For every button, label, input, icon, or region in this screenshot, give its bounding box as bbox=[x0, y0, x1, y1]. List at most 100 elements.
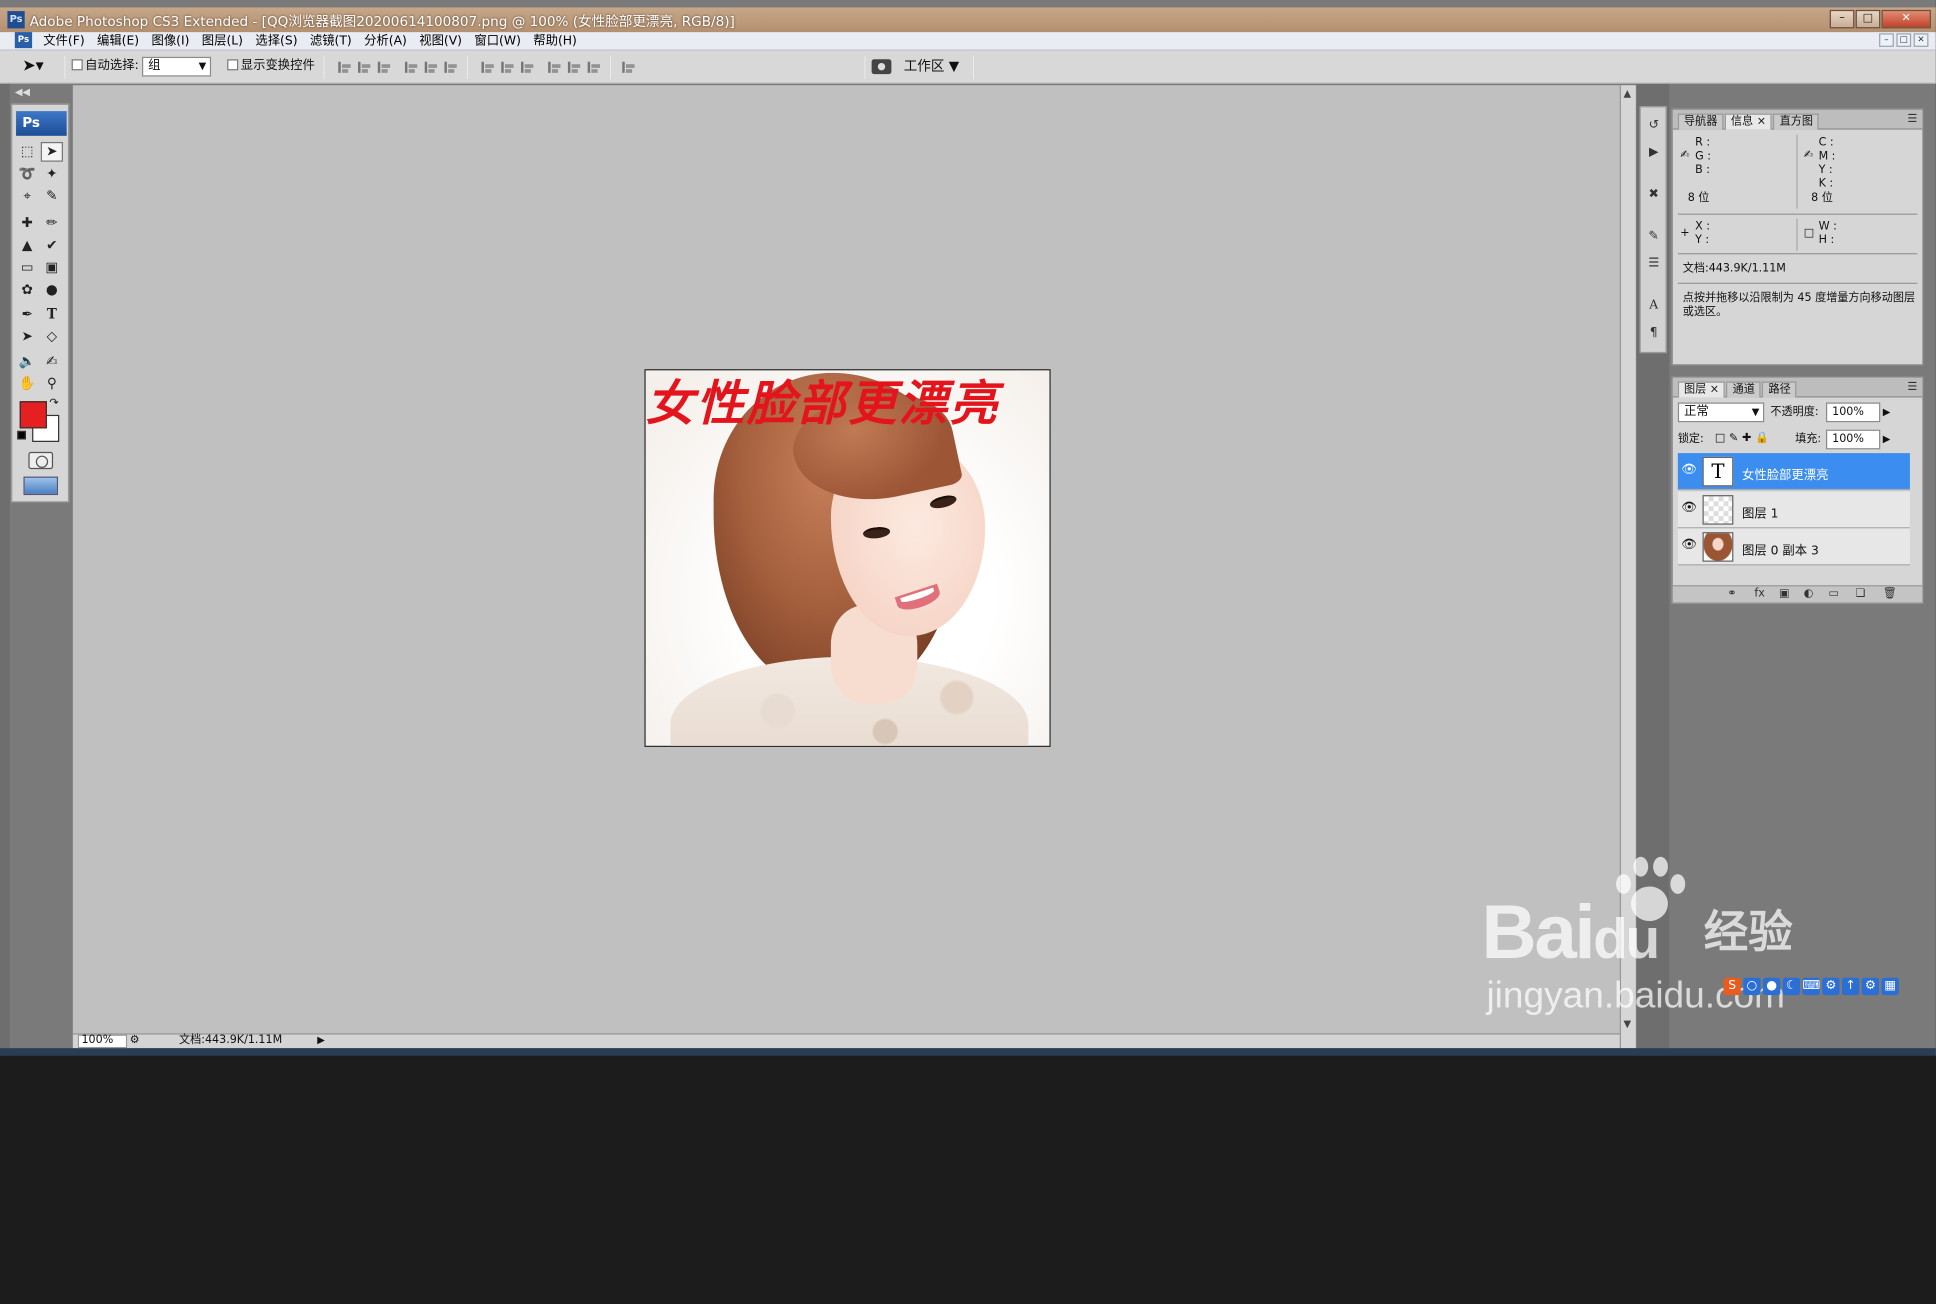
align-hcenter-icon[interactable] bbox=[422, 59, 439, 76]
move-tool-preset-icon[interactable]: ➤▾ bbox=[22, 57, 44, 77]
delete-layer-icon[interactable]: 🗑 bbox=[1883, 588, 1897, 600]
link-layers-icon[interactable]: ⚭ bbox=[1727, 588, 1736, 600]
hand-icon[interactable]: ✋ bbox=[16, 374, 38, 394]
paragraph-panel-icon[interactable]: ¶ bbox=[1644, 325, 1663, 342]
menu-file[interactable]: 文件(F) bbox=[37, 32, 91, 51]
dodge-icon[interactable]: ● bbox=[41, 280, 63, 300]
eyedropper-icon[interactable]: ✍ bbox=[41, 352, 63, 372]
bridge-icon[interactable] bbox=[871, 59, 892, 75]
tab-info[interactable]: 信息 × bbox=[1724, 113, 1773, 130]
brush-icon[interactable]: ✏ bbox=[41, 214, 63, 234]
tab-channels[interactable]: 通道 bbox=[1726, 381, 1762, 398]
auto-select-dropdown[interactable]: 组 ▼ bbox=[141, 56, 212, 77]
history-brush-icon[interactable]: ✔ bbox=[41, 236, 63, 256]
distribute-bottom-icon[interactable] bbox=[518, 59, 535, 76]
eye-icon[interactable]: 👁 bbox=[1680, 538, 1697, 553]
lasso-icon[interactable]: ➰ bbox=[16, 164, 38, 184]
zoom-level[interactable]: 100% bbox=[77, 1034, 128, 1049]
align-left-icon[interactable] bbox=[402, 59, 419, 76]
close-icon[interactable]: × bbox=[1757, 116, 1766, 128]
tray-icon[interactable]: ☾ bbox=[1782, 977, 1801, 996]
opacity-input[interactable]: 100% bbox=[1825, 402, 1881, 423]
tool-presets-icon[interactable]: ✖ bbox=[1644, 186, 1663, 203]
actions-panel-icon[interactable]: ▶ bbox=[1644, 144, 1663, 161]
tab-paths[interactable]: 路径 bbox=[1762, 381, 1797, 398]
zoom-icon[interactable]: ⚲ bbox=[41, 374, 63, 394]
status-menu-arrow-icon[interactable]: ▶ bbox=[317, 1035, 325, 1046]
character-panel-icon[interactable]: A bbox=[1644, 298, 1663, 315]
toolbox-collapse[interactable]: ◀◀ bbox=[11, 86, 69, 101]
tray-icon[interactable]: ⚙ bbox=[1822, 977, 1840, 996]
menu-image[interactable]: 图像(I) bbox=[145, 32, 195, 51]
distribute-top-icon[interactable] bbox=[479, 59, 496, 76]
tray-icon[interactable]: ↑ bbox=[1842, 977, 1860, 996]
status-info-icon[interactable]: ⚙ bbox=[130, 1035, 140, 1047]
panel-menu-icon[interactable]: ☰ bbox=[1907, 381, 1917, 393]
crop-icon[interactable]: ⌖ bbox=[16, 186, 38, 206]
tab-layers[interactable]: 图层 × bbox=[1677, 381, 1726, 398]
foreground-color-swatch-top[interactable] bbox=[19, 401, 47, 429]
brushes-panel-icon[interactable]: ✎ bbox=[1644, 228, 1663, 245]
add-mask-icon[interactable]: ▣ bbox=[1779, 588, 1790, 600]
eye-icon[interactable]: 👁 bbox=[1680, 463, 1697, 478]
distribute-right-icon[interactable] bbox=[585, 59, 602, 76]
tray-icon[interactable]: ● bbox=[1763, 977, 1781, 996]
close-icon[interactable]: × bbox=[1710, 384, 1719, 396]
menu-select[interactable]: 选择(S) bbox=[249, 32, 304, 51]
doc-restore-button[interactable]: □ bbox=[1896, 33, 1912, 47]
tray-icon[interactable]: ▦ bbox=[1881, 977, 1899, 996]
menu-layer[interactable]: 图层(L) bbox=[196, 32, 250, 51]
default-colors-icon[interactable] bbox=[17, 430, 26, 440]
notes-icon[interactable]: 🔈 bbox=[16, 352, 38, 372]
ps-menu-icon[interactable]: Ps bbox=[14, 32, 33, 49]
menu-edit[interactable]: 编辑(E) bbox=[91, 32, 145, 51]
lock-icons[interactable]: □✎✚🔒 bbox=[1715, 432, 1773, 446]
panel-menu-icon[interactable]: ☰ bbox=[1907, 114, 1917, 126]
tray-icon[interactable]: ○ bbox=[1743, 977, 1761, 996]
stamp-icon[interactable]: ▲ bbox=[16, 236, 38, 256]
opacity-slider-icon[interactable]: ▶ bbox=[1883, 405, 1891, 419]
distribute-vcenter-icon[interactable] bbox=[498, 59, 515, 76]
tab-navigator[interactable]: 导航器 bbox=[1677, 113, 1724, 130]
menu-view[interactable]: 视图(V) bbox=[413, 32, 468, 51]
minimize-button[interactable]: – bbox=[1829, 9, 1855, 29]
menu-help[interactable]: 帮助(H) bbox=[527, 32, 583, 51]
vertical-scrollbar[interactable]: ▲ ▼ bbox=[1619, 85, 1636, 1049]
maximize-button[interactable]: □ bbox=[1855, 9, 1881, 29]
align-top-icon[interactable] bbox=[335, 59, 352, 76]
scroll-up-icon[interactable]: ▲ bbox=[1623, 88, 1631, 99]
scroll-down-icon[interactable]: ▼ bbox=[1623, 1019, 1631, 1030]
close-button[interactable]: ✕ bbox=[1881, 9, 1931, 29]
blur-icon[interactable]: ✿ bbox=[16, 280, 38, 300]
layer-row-photo[interactable]: 👁 图层 0 副本 3 bbox=[1677, 528, 1910, 566]
menu-window[interactable]: 窗口(W) bbox=[468, 32, 527, 51]
swap-colors-icon[interactable]: ↷ bbox=[49, 398, 58, 410]
healing-brush-icon[interactable]: ✚ bbox=[16, 214, 38, 234]
layer-style-icon[interactable]: fx bbox=[1754, 588, 1764, 600]
show-transform-checkbox[interactable]: 显示变换控件 bbox=[227, 57, 315, 77]
doc-minimize-button[interactable]: – bbox=[1879, 33, 1894, 47]
clone-source-icon[interactable]: ☰ bbox=[1644, 256, 1663, 273]
tray-icon[interactable]: ⚙ bbox=[1861, 977, 1880, 996]
fill-input[interactable]: 100% bbox=[1825, 429, 1881, 450]
distribute-hcenter-icon[interactable] bbox=[565, 59, 582, 76]
move-tool-icon[interactable]: ➤ bbox=[40, 141, 63, 162]
pen-icon[interactable]: ✒ bbox=[16, 305, 38, 325]
tray-icon[interactable]: ⌨ bbox=[1802, 977, 1820, 996]
new-group-icon[interactable]: ▭ bbox=[1828, 588, 1839, 600]
layer-row-transparent[interactable]: 👁 图层 1 bbox=[1677, 491, 1910, 529]
shape-icon[interactable]: ◇ bbox=[41, 327, 63, 347]
sogou-input-icon[interactable]: S bbox=[1723, 977, 1741, 996]
document-canvas[interactable]: 女性脸部更漂亮 bbox=[644, 369, 1051, 747]
marquee-icon[interactable]: ⬚ bbox=[16, 142, 38, 162]
auto-align-icon[interactable] bbox=[619, 59, 636, 76]
tab-histogram[interactable]: 直方图 bbox=[1773, 113, 1820, 130]
menu-filter[interactable]: 滤镜(T) bbox=[304, 32, 358, 51]
gradient-icon[interactable]: ▣ bbox=[41, 258, 63, 278]
align-vcenter-icon[interactable] bbox=[355, 59, 372, 76]
path-select-icon[interactable]: ➤ bbox=[16, 327, 38, 347]
quick-mask-icon[interactable] bbox=[28, 451, 54, 470]
workspace-menu[interactable]: 工作区 ▼ bbox=[904, 57, 960, 77]
type-icon[interactable]: T bbox=[41, 305, 63, 325]
distribute-left-icon[interactable] bbox=[545, 59, 562, 76]
